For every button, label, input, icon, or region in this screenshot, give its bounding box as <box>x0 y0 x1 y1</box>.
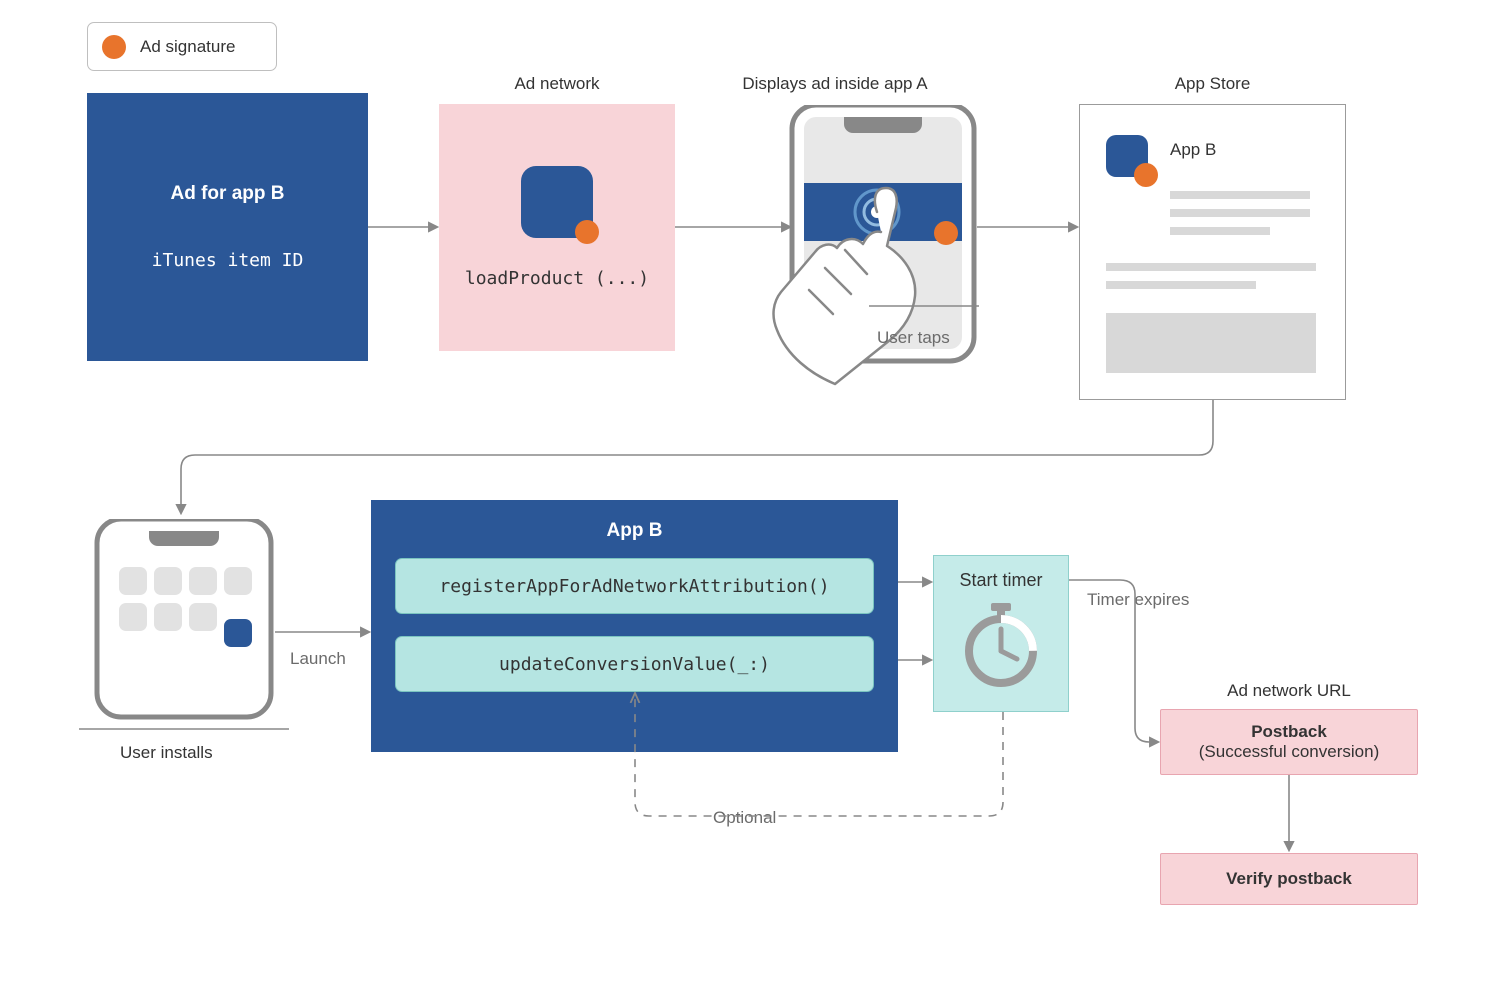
postback-title: Postback <box>1251 722 1327 742</box>
appstore-app-name: App B <box>1170 140 1216 160</box>
register-call: registerAppForAdNetworkAttribution() <box>395 558 874 614</box>
heading-app-store: App Store <box>1079 74 1346 94</box>
ad-network-box: loadProduct (...) <box>439 104 675 351</box>
verify-postback-label: Verify postback <box>1226 869 1352 889</box>
ad-box-itemid: iTunes item ID <box>152 250 304 271</box>
optional-label: Optional <box>713 808 776 828</box>
app-store-page: App B <box>1079 104 1346 400</box>
app-b-title: App B <box>395 520 874 542</box>
ad-signature-dot-icon <box>575 220 599 244</box>
app-b-box: App B registerAppForAdNetworkAttribution… <box>371 500 898 752</box>
legend-label: Ad signature <box>140 37 235 57</box>
stopwatch-icon <box>961 601 1041 691</box>
heading-displays-ad: Displays ad inside app A <box>700 74 970 94</box>
update-call: updateConversionValue(_:) <box>395 636 874 692</box>
user-installs-label: User installs <box>120 743 213 763</box>
postback-sub: (Successful conversion) <box>1199 742 1379 762</box>
timer-label: Start timer <box>934 570 1068 591</box>
app-icon <box>521 166 593 238</box>
phone-app-a <box>749 105 1019 400</box>
postback-box: Postback (Successful conversion) <box>1160 709 1418 775</box>
adnet-code: loadProduct (...) <box>465 268 649 289</box>
ad-for-app-b-box: Ad for app B iTunes item ID <box>87 93 368 361</box>
text-placeholder-lines <box>1106 191 1319 373</box>
timer-expires-label: Timer expires <box>1087 590 1189 610</box>
launch-label: Launch <box>290 649 346 669</box>
appstore-app-icon <box>1106 135 1148 177</box>
heading-ad-network: Ad network <box>439 74 675 94</box>
verify-postback-box: Verify postback <box>1160 853 1418 905</box>
start-timer-box: Start timer <box>933 555 1069 712</box>
legend-box: Ad signature <box>87 22 277 71</box>
ad-signature-dot-icon <box>102 35 126 59</box>
ad-box-title: Ad for app B <box>171 183 285 205</box>
ad-network-url-label: Ad network URL <box>1160 681 1418 701</box>
ad-signature-dot-icon <box>1134 163 1158 187</box>
phone-user-installs <box>79 519 289 744</box>
user-taps-label: User taps <box>877 328 950 348</box>
